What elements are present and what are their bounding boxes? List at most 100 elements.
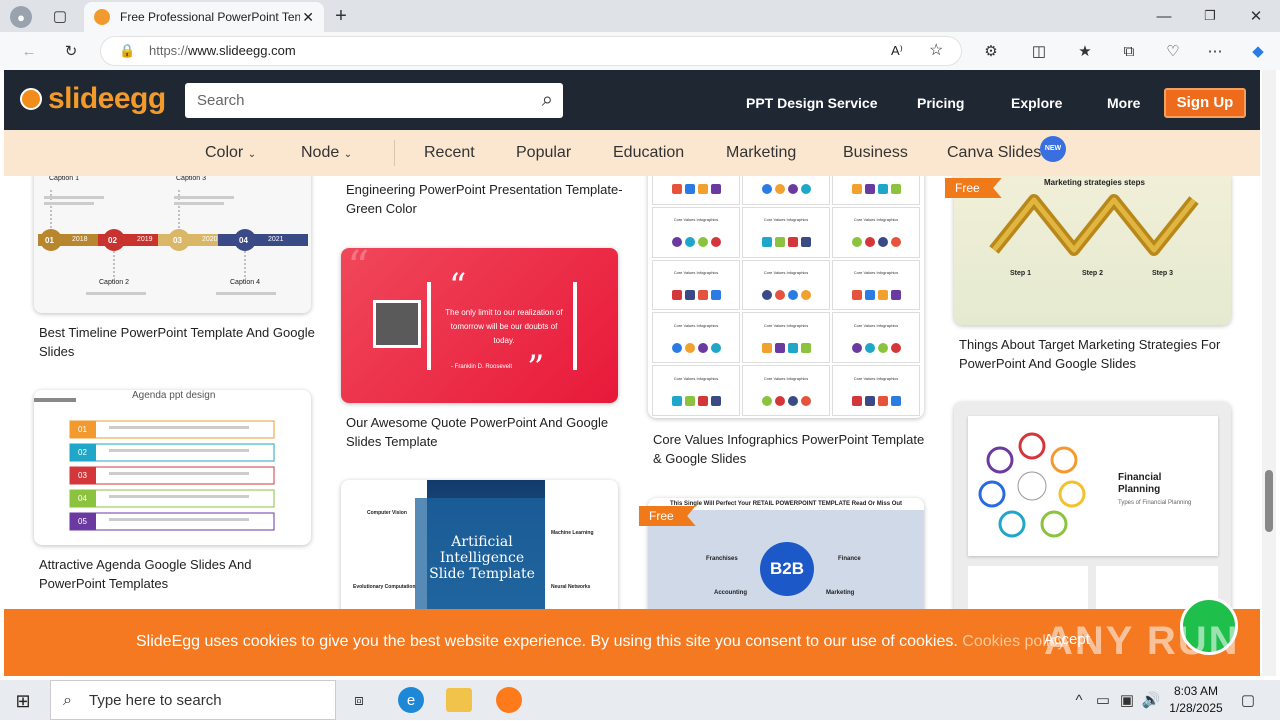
core-values-tile-shapes <box>851 289 901 300</box>
taskbar-clock[interactable]: 8:03 AM 1/28/2025 <box>1164 683 1228 717</box>
core-values-shape <box>671 237 682 248</box>
nav-ppt-design-service[interactable]: PPT Design Service <box>746 95 878 111</box>
core-values-shape <box>800 184 811 195</box>
file-explorer-icon[interactable] <box>446 688 472 712</box>
category-recent[interactable]: Recent <box>424 144 475 162</box>
lock-icon: 🔒 <box>119 43 136 58</box>
close-tab-icon[interactable]: ✕ <box>302 9 314 26</box>
agenda-thumbnail <box>34 398 275 531</box>
core-values-shape <box>800 289 811 300</box>
task-view-icon[interactable]: ⧈ <box>348 689 370 711</box>
chevron-down-icon: ⌄ <box>247 149 257 160</box>
template-card-agenda[interactable]: Agenda ppt design 01 02 03 04 05 <box>34 390 311 545</box>
window-close-icon[interactable]: ✕ <box>1246 6 1266 26</box>
minimize-icon[interactable]: — <box>1154 6 1174 26</box>
core-values-shape <box>684 184 695 195</box>
card-title-core-values[interactable]: Core Values Infographics PowerPoint Temp… <box>653 430 933 468</box>
core-values-shape <box>864 342 875 353</box>
core-values-tile: Core Values Infographics <box>652 206 740 258</box>
active-tab[interactable]: Free Professional PowerPoint Ten ✕ <box>84 2 324 32</box>
browser-essentials-icon[interactable]: ♡ <box>1162 40 1184 62</box>
windows-start-icon[interactable]: ⊞ <box>12 690 34 712</box>
favorites-icon[interactable]: ★ <box>1074 40 1096 62</box>
core-values-tile-title: Core Values Infographics <box>673 217 719 223</box>
nav-more[interactable]: More <box>1107 95 1140 111</box>
volume-icon[interactable]: 🔊 <box>1142 689 1161 711</box>
new-tab-button[interactable]: + <box>330 4 352 28</box>
template-card-quote[interactable]: “ “ ” The only limit to our realization … <box>341 248 618 403</box>
url-field[interactable]: 🔒 https://www.slideegg.com A⁾ ☆ <box>100 36 962 66</box>
search-icon[interactable]: ⌕ <box>542 83 553 118</box>
back-icon[interactable]: ← <box>18 40 40 62</box>
filter-node-dropdown[interactable]: Node ⌄ <box>301 144 352 162</box>
core-values-shape <box>851 289 862 300</box>
collections-icon[interactable]: ⧉ <box>1118 40 1140 62</box>
core-values-shape <box>684 289 695 300</box>
ai-title: Artificial Intelligence Slide Template <box>429 534 535 582</box>
core-values-shape <box>864 237 875 248</box>
logo-text: slideegg <box>48 82 166 115</box>
core-values-shape <box>877 184 888 195</box>
page-viewport: Caption 1 Caption 3 Caption 2 Caption 4 … <box>4 70 1260 676</box>
card-title-agenda[interactable]: Attractive Agenda Google Slides And Powe… <box>39 555 319 593</box>
retail-label-finance: Finance <box>838 556 861 562</box>
filter-color-dropdown[interactable]: Color ⌄ <box>205 144 256 162</box>
card-title-quote[interactable]: Our Awesome Quote PowerPoint And Google … <box>346 413 626 451</box>
scrollbar-thumb[interactable] <box>1265 470 1273 532</box>
category-canva-slides[interactable]: Canva Slides <box>947 144 1041 162</box>
timeline-caption-1: Caption 1 <box>49 175 79 182</box>
firefox-icon[interactable] <box>496 687 522 713</box>
read-aloud-icon[interactable]: A⁾ <box>891 37 903 65</box>
nav-explore[interactable]: Explore <box>1011 95 1062 111</box>
copilot-icon[interactable]: ◆ <box>1246 40 1270 62</box>
timeline-year-2: 2019 <box>137 236 153 243</box>
site-search-input[interactable]: Search ⌕ <box>185 83 563 118</box>
refresh-icon[interactable]: ↻ <box>60 40 82 62</box>
restore-icon[interactable]: ❐ <box>1200 6 1220 26</box>
site-logo[interactable]: slideegg <box>20 82 166 116</box>
core-values-shape <box>671 342 682 353</box>
financial-wheel <box>978 432 1086 538</box>
b2b-circle: B2B <box>760 542 814 596</box>
card-title-engineering[interactable]: Engineering PowerPoint Presentation Temp… <box>346 180 626 218</box>
category-business[interactable]: Business <box>843 144 908 162</box>
category-education[interactable]: Education <box>613 144 684 162</box>
ai-label-4: Neural Networks <box>551 584 591 590</box>
tray-device-icon[interactable]: ▭ <box>1094 689 1112 711</box>
core-values-tile-shapes <box>671 395 721 406</box>
template-card-financial[interactable]: Financial Planning Types of Financial Pl… <box>954 402 1231 620</box>
favorite-star-icon[interactable]: ☆ <box>929 37 943 65</box>
core-values-tile-title: Core Values Infographics <box>853 270 899 276</box>
timeline-year-4: 2021 <box>268 236 284 243</box>
retail-label-accounting: Accounting <box>714 590 747 596</box>
card-title-marketing[interactable]: Things About Target Marketing Strategies… <box>959 335 1239 373</box>
core-values-shape <box>761 395 772 406</box>
category-popular[interactable]: Popular <box>516 144 571 162</box>
tab-actions-icon[interactable]: ▢ <box>50 7 70 25</box>
split-screen-icon[interactable]: ◫ <box>1028 40 1050 62</box>
core-values-tile-title: Core Values Infographics <box>763 270 809 276</box>
core-values-shape <box>787 342 798 353</box>
card-title-timeline[interactable]: Best Timeline PowerPoint Template And Go… <box>39 323 319 361</box>
tray-chevron-icon[interactable]: ^ <box>1070 689 1088 711</box>
core-values-shape <box>710 289 721 300</box>
page-scrollbar[interactable] <box>1262 70 1276 676</box>
chevron-down-icon: ⌄ <box>343 149 353 160</box>
core-values-shape <box>697 289 708 300</box>
template-card-retail[interactable]: This Single Will Perfect Your RETAIL POW… <box>648 498 924 620</box>
core-values-shape <box>684 342 695 353</box>
network-icon[interactable]: ▣ <box>1118 689 1136 711</box>
category-marketing[interactable]: Marketing <box>726 144 796 162</box>
notifications-icon[interactable]: ▢ <box>1238 689 1258 711</box>
core-values-tile-shapes <box>671 237 721 248</box>
taskbar-search-box[interactable]: ⌕ Type here to search <box>50 680 336 720</box>
core-values-shape <box>774 237 785 248</box>
extensions-icon[interactable]: ⚙ <box>980 40 1002 62</box>
template-card-ai[interactable]: Artificial Intelligence Slide Template C… <box>341 480 618 620</box>
profile-avatar-icon[interactable]: ● <box>10 6 32 28</box>
settings-more-icon[interactable]: ⋯ <box>1204 40 1226 62</box>
edge-taskbar-icon[interactable]: e <box>398 687 424 713</box>
sign-up-button[interactable]: Sign Up <box>1164 88 1246 118</box>
template-card-core-values[interactable]: Core Values Infographics Core Values Info… <box>648 150 924 418</box>
nav-pricing[interactable]: Pricing <box>917 95 964 111</box>
